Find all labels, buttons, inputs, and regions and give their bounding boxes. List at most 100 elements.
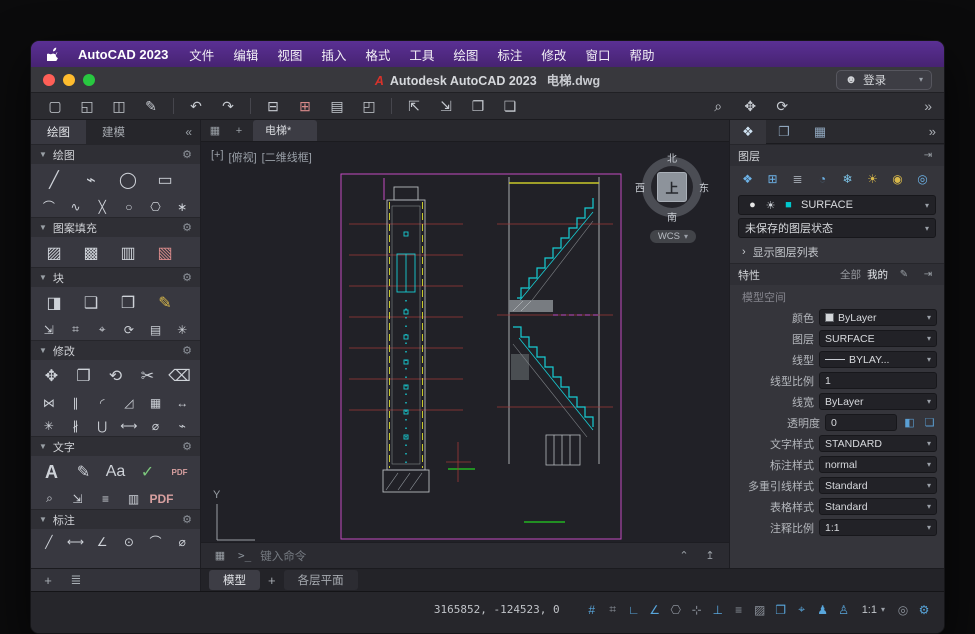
menu-item-format[interactable]: 格式 [365,45,390,64]
ground-lines[interactable] [446,442,565,522]
menu-item-modify[interactable]: 修改 [541,45,566,64]
fillet-icon[interactable]: ◜ [90,393,114,412]
palette-menu-icon[interactable]: ≣ [67,569,85,591]
layer-state-dropdown[interactable]: 未保存的图层状态 ▾ [738,218,936,238]
pan-icon[interactable]: ✥ [738,95,762,117]
current-layer-dropdown[interactable]: ●☀■ SURFACE ▾ [738,195,936,215]
chamfer-icon[interactable]: ◿ [117,393,141,412]
isometric-drafting-icon[interactable]: ⎔ [666,601,686,619]
print-icon[interactable]: ⊟ [261,95,285,117]
close-button[interactable] [43,74,55,86]
tab-layout-floors[interactable]: 各层平面 [284,570,358,590]
annotation-monitor-icon[interactable]: ⌖ [792,601,812,619]
drawing-viewport[interactable]: [+] [俯视] [二维线框] 北 南 西 东 上 WCS ▾ [201,142,729,542]
layer-thaw-icon[interactable]: ☀ [861,169,884,189]
attach-reference-icon[interactable]: ⇲ [37,320,61,339]
annotation-autoscale-icon[interactable]: ♙ [834,601,854,619]
scale-text-icon[interactable]: ⇲ [65,489,90,508]
login-button[interactable]: ☻ 登录 ▾ [836,70,932,90]
polar-tracking-icon[interactable]: ∠ [645,601,665,619]
polyline-icon[interactable]: ⌁ [74,167,108,193]
write-block-icon[interactable]: ❒ [111,290,145,316]
property-value-lineweight[interactable]: ByLayer▾ [819,393,937,410]
staircase[interactable] [497,177,613,465]
break-icon[interactable]: ∦ [64,416,88,435]
mtext-icon[interactable]: A [37,459,66,485]
dim-arc-icon[interactable]: ⌒ [144,532,168,551]
dim-aligned-icon[interactable]: ╱ [37,532,61,551]
view-control[interactable]: [俯视] [229,149,257,165]
save-as-icon[interactable]: ✎ [139,95,163,117]
properties-pin-icon[interactable]: ⇥ [920,264,936,286]
section-gear-icon[interactable]: ⚙ [182,344,192,357]
more-panels-icon[interactable]: » [929,124,936,139]
open-file-icon[interactable]: ◱ [75,95,99,117]
offset-icon[interactable]: ∥ [64,393,88,412]
apple-menu-icon[interactable] [47,47,59,61]
elevator-shaft[interactable] [383,178,429,492]
measure-icon[interactable]: ⌀ [144,416,168,435]
add-layout-tab-icon[interactable]: + [264,573,280,588]
command-customize-icon[interactable]: ▦ [211,545,229,567]
layer-properties-icon[interactable]: ❖ [736,169,759,189]
text-columns-icon[interactable]: ▥ [121,489,146,508]
dim-radius-icon[interactable]: ⊙ [117,532,141,551]
section-gear-icon[interactable]: ⚙ [182,221,192,234]
viewcube-west[interactable]: 西 [635,180,645,195]
tab-sheets[interactable]: ❐ [766,120,802,144]
isolate-objects-icon[interactable]: ◎ [893,601,913,619]
copy-clip-icon[interactable]: ❐ [466,95,490,117]
edit-text-icon[interactable]: ✎ [69,459,98,485]
hatch-boundary-icon[interactable]: ▧ [148,240,182,266]
plot-preview-icon[interactable]: ◰ [357,95,381,117]
property-value-linetype-scale[interactable]: 1 [819,372,937,389]
text-style-icon[interactable]: Aa [101,459,130,485]
filter-all[interactable]: 全部 [840,267,861,282]
dim-diameter-icon[interactable]: ⌀ [170,532,194,551]
join-icon[interactable]: ⋃ [90,416,114,435]
transparency-match-icon[interactable]: ❏ [922,415,937,430]
visual-style-control[interactable]: [二维线框] [262,149,312,165]
lineweight-display-icon[interactable]: ≡ [729,601,749,619]
customization-icon[interactable]: ⚙ [914,601,934,619]
section-gear-icon[interactable]: ⚙ [182,271,192,284]
menu-item-view[interactable]: 视图 [277,45,302,64]
property-value-layer[interactable]: SURFACE▾ [819,330,937,347]
command-history-chevron-icon[interactable]: ⌃ [675,545,693,567]
copy-icon[interactable]: ❐ [69,363,98,389]
toolbar-more-icon[interactable]: » [924,98,932,114]
define-attribute-icon[interactable]: ✎ [148,290,182,316]
section-header-text[interactable]: ▼ 文字 ⚙ [31,436,200,456]
selection-cycling-icon[interactable]: ❐ [771,601,791,619]
palette-tab-model[interactable]: 建模 [86,120,141,144]
point-icon[interactable]: ∗ [170,197,194,216]
panel-pin-icon[interactable]: ⇥ [920,145,936,167]
erase-icon[interactable]: ⌫ [165,363,194,389]
menu-item-help[interactable]: 帮助 [629,45,654,64]
page-setup-icon[interactable]: ▤ [325,95,349,117]
section-header-dimension[interactable]: ▼ 标注 ⚙ [31,509,200,529]
property-value-dim-style[interactable]: normal▾ [819,456,937,473]
spline-icon[interactable]: ∿ [64,197,88,216]
layer-lock-icon[interactable]: ◉ [886,169,909,189]
orbit-icon[interactable]: ⟳ [770,95,794,117]
xline-icon[interactable]: ╳ [90,197,114,216]
dim-linear-icon[interactable]: ⟷ [64,532,88,551]
property-value-mleader-style[interactable]: Standard▾ [819,477,937,494]
transparency-pick-icon[interactable]: ◧ [902,415,917,430]
menu-item-tools[interactable]: 工具 [409,45,434,64]
property-value-linetype[interactable]: BYLAY...▾ [819,351,937,368]
new-file-icon[interactable]: ▢ [43,95,67,117]
menu-item-edit[interactable]: 编辑 [233,45,258,64]
array-icon[interactable]: ▦ [144,393,168,412]
viewcube-south[interactable]: 南 [667,209,677,224]
layer-state-icon[interactable]: ≣ [786,169,809,189]
property-value-table-style[interactable]: Standard▾ [819,498,937,515]
menu-item-window[interactable]: 窗口 [585,45,610,64]
undo-icon[interactable]: ↶ [184,95,208,117]
snap-mode-icon[interactable]: ⌗ [603,601,623,619]
redo-icon[interactable]: ↷ [216,95,240,117]
trim-icon[interactable]: ✂ [133,363,162,389]
explode-icon[interactable]: ✳ [37,416,61,435]
pdf-import-icon[interactable]: PDF [165,459,194,485]
